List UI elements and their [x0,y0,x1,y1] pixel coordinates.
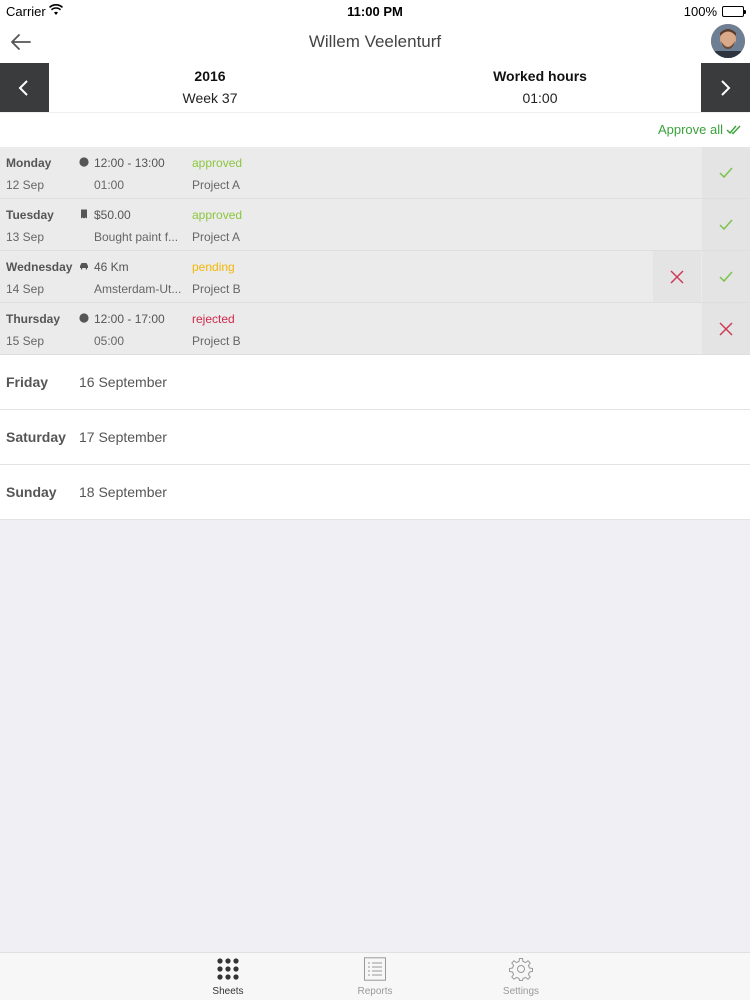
worked-hours-value: 01:00 [522,90,558,106]
day-date: 16 September [79,374,167,390]
entry-day: Monday [6,156,52,170]
approve-button[interactable] [702,251,750,302]
previous-week-button[interactable] [0,63,49,112]
worked-hours-label: Worked hours [493,68,587,84]
close-icon [670,269,684,284]
week-number: Week 37 [182,90,238,106]
entry-day: Thursday [6,312,61,326]
close-icon [719,321,733,336]
tab-sheets[interactable]: Sheets [183,953,273,1000]
entry-time: 12:00 - 17:00 [94,312,165,326]
tab-label: Sheets [212,986,244,997]
entry-time: 12:00 - 13:00 [94,156,165,170]
entry-date: 14 Sep [6,282,45,296]
tab-label: Reports [357,986,393,997]
worked-hours: Worked hours 01:00 [460,68,620,106]
checkmark-icon [719,219,733,230]
day-name: Sunday [6,484,57,500]
day-date: 18 September [79,484,167,500]
checkmark-icon [719,271,733,282]
navigation-bar: Willem Veelenturf [0,22,750,62]
status-bar: Carrier 11:00 PM 100% [0,0,750,22]
tab-bar: Sheets Reports Settings [0,952,750,1000]
page-title: Willem Veelenturf [308,32,442,51]
entry-distance: 46 Km [94,260,129,274]
entry-day: Wednesday [6,260,73,274]
approve-button[interactable] [702,147,750,198]
entry-date: 12 Sep [6,178,45,192]
week-selector: 2016 Week 37 Worked hours 01:00 [0,62,750,112]
status-badge: pending [192,260,235,274]
tab-settings[interactable]: Settings [476,953,566,1000]
entry-route: Amsterdam-Ut... [94,282,182,296]
approve-all-button[interactable]: Approve all [658,122,742,137]
tab-label: Settings [502,986,540,997]
car-icon [80,263,88,270]
approve-button[interactable] [702,199,750,250]
year-label: 2016 [194,68,226,84]
day-name: Friday [6,374,49,390]
grid-icon [217,958,239,980]
approve-all-bar: Approve all [0,113,750,147]
entry-project: Project B [192,282,241,296]
entry-row[interactable]: Thursday 15 Sep 12:00 - 17:00 05:00 reje… [0,303,750,355]
receipt-icon [81,209,87,219]
chevron-right-icon [721,80,731,96]
entry-description: Bought paint f... [94,230,179,244]
battery-percent: 100% [683,4,717,19]
entry-list: Monday 12 Sep 12:00 - 13:00 01:00 approv… [0,147,750,520]
entry-duration: 01:00 [94,178,125,192]
clock-icon [79,313,89,323]
approve-all-label: Approve all [657,122,723,137]
reject-button[interactable] [702,303,750,354]
checkmark-icon [719,167,733,178]
gear-icon [509,958,533,981]
empty-day-row[interactable]: Sunday 18 September [0,465,750,520]
entry-row[interactable]: Monday 12 Sep 12:00 - 13:00 01:00 approv… [0,147,750,199]
tab-reports[interactable]: Reports [330,953,420,1000]
entry-amount: $50.00 [94,208,131,222]
empty-day-row[interactable]: Friday 16 September [0,355,750,410]
week-info: 2016 Week 37 [150,68,270,106]
battery-icon [722,6,746,17]
user-avatar-icon [711,24,745,58]
entry-project: Project A [192,230,241,244]
status-badge: rejected [192,312,235,326]
clock-icon [79,157,89,167]
entry-date: 15 Sep [6,334,45,348]
day-date: 17 September [79,429,167,445]
list-icon [364,957,386,981]
entry-row[interactable]: Wednesday 14 Sep 46 Km Amsterdam-Ut... p… [0,251,750,303]
entry-row[interactable]: Tuesday 13 Sep $50.00 Bought paint f... … [0,199,750,251]
status-badge: approved [192,208,243,222]
double-check-icon [726,125,741,135]
entry-day: Tuesday [6,208,54,222]
chevron-left-icon [18,80,28,96]
reject-button[interactable] [653,251,701,302]
empty-day-row[interactable]: Saturday 17 September [0,410,750,465]
entry-project: Project A [192,178,241,192]
next-week-button[interactable] [701,63,750,112]
avatar[interactable] [711,24,745,58]
clock: 11:00 PM [347,4,403,19]
entry-project: Project B [192,334,241,348]
day-name: Saturday [6,429,66,445]
entry-duration: 05:00 [94,334,125,348]
status-badge: approved [192,156,243,170]
entry-date: 13 Sep [6,230,45,244]
